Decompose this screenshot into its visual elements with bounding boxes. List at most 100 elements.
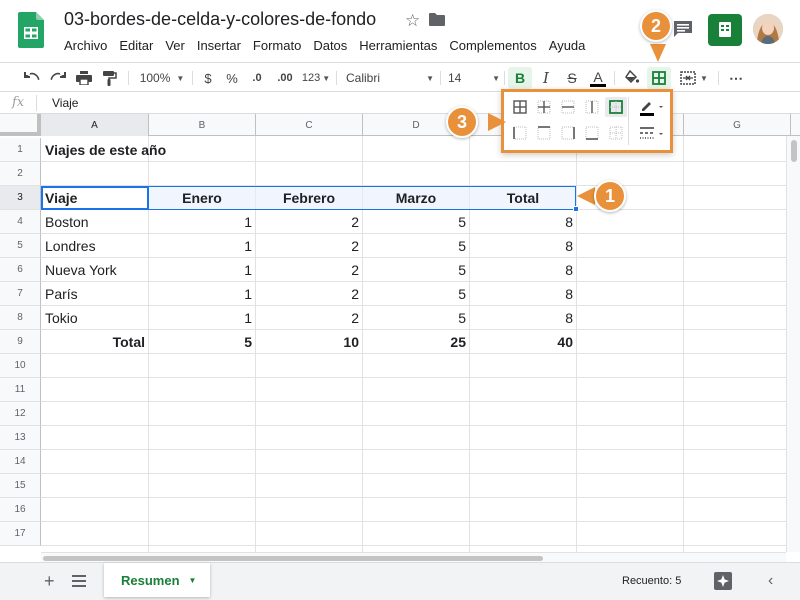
percent-button[interactable]: % [222,67,242,89]
row-header-1[interactable]: 1 [0,138,41,162]
cell-e6[interactable]: 8 [470,258,576,282]
border-left-option[interactable] [509,123,531,143]
menu-herramientas[interactable]: Herramientas [353,36,443,55]
spreadsheet-grid[interactable]: A B C D E F G 1 2 3 4 5 6 7 8 9 10 11 12… [0,114,800,552]
text-color-button[interactable]: A [586,67,610,89]
collapse-icon[interactable]: ‹ [768,572,773,590]
cell-e8[interactable]: 8 [470,306,576,330]
cell-e9[interactable]: 40 [470,330,576,354]
menu-ver[interactable]: Ver [159,36,191,55]
cell-c5[interactable]: 2 [256,234,362,258]
cell-c4[interactable]: 2 [256,210,362,234]
strikethrough-button[interactable]: S [560,67,584,89]
star-icon[interactable]: ☆ [405,11,420,31]
horizontal-scroll-thumb[interactable] [43,556,543,561]
row-header-5[interactable]: 5 [0,234,41,258]
menu-ayuda[interactable]: Ayuda [543,36,592,55]
more-formats-button[interactable]: 123 ▼ [300,67,332,89]
row-header-7[interactable]: 7 [0,282,41,306]
border-horizontal-option[interactable] [557,97,579,117]
italic-button[interactable]: I [534,67,558,89]
sheet-tab-resumen[interactable]: Resumen ▼ [104,563,210,597]
formula-input[interactable]: Viaje [52,96,78,110]
border-inner-option[interactable] [533,97,555,117]
row-header-15[interactable]: 15 [0,474,41,498]
border-top-option[interactable] [533,123,555,143]
cell-c8[interactable]: 2 [256,306,362,330]
row-header-4[interactable]: 4 [0,210,41,234]
font-select[interactable]: Calibri ▼ [346,67,434,89]
document-title[interactable]: 03-bordes-de-celda-y-colores-de-fondo [64,9,376,30]
row-header-12[interactable]: 12 [0,402,41,426]
cell-c3[interactable]: Febrero [256,186,362,210]
undo-button[interactable] [20,67,44,89]
cell-a9[interactable]: Total [42,330,148,354]
cell-a5[interactable]: Londres [42,234,148,258]
cell-a8[interactable]: Tokio [42,306,148,330]
cell-d7[interactable]: 5 [363,282,469,306]
paint-format-button[interactable] [98,67,122,89]
status-count[interactable]: Recuento: 5 [622,575,681,587]
border-clear-option[interactable] [605,123,627,143]
font-size-select[interactable]: 14 ▼ [448,67,500,89]
sheets-logo-icon[interactable] [18,12,44,48]
cell-c9[interactable]: 10 [256,330,362,354]
column-header-b[interactable]: B [149,114,256,136]
row-header-13[interactable]: 13 [0,426,41,450]
share-button[interactable] [708,14,742,46]
row-header-6[interactable]: 6 [0,258,41,282]
cell-e5[interactable]: 8 [470,234,576,258]
borders-button[interactable] [647,67,671,89]
cell-d8[interactable]: 5 [363,306,469,330]
cell-b6[interactable]: 1 [149,258,255,282]
comment-icon[interactable] [673,20,693,38]
cell-d4[interactable]: 5 [363,210,469,234]
cell-d6[interactable]: 5 [363,258,469,282]
border-vertical-option[interactable] [581,97,603,117]
cell-c6[interactable]: 2 [256,258,362,282]
vertical-scrollbar[interactable] [786,136,800,552]
border-style-option[interactable] [638,123,666,143]
border-right-option[interactable] [557,123,579,143]
folder-icon[interactable] [429,13,445,26]
increase-decimal-button[interactable]: .00 [271,67,299,89]
cell-b4[interactable]: 1 [149,210,255,234]
cell-d3[interactable]: Marzo [363,186,469,210]
add-sheet-icon[interactable]: + [44,571,55,592]
border-color-option[interactable] [638,97,666,117]
explore-icon[interactable] [714,572,732,590]
cell-c7[interactable]: 2 [256,282,362,306]
border-bottom-option[interactable] [581,123,603,143]
bold-button[interactable]: B [508,67,532,89]
decrease-decimal-button[interactable]: .0 [246,67,268,89]
menu-archivo[interactable]: Archivo [58,36,113,55]
more-icon[interactable]: ⋯ [724,67,748,89]
select-all-corner[interactable] [0,114,41,136]
cell-a6[interactable]: Nueva York [42,258,148,282]
currency-button[interactable]: $ [198,67,218,89]
all-sheets-icon[interactable] [72,575,86,587]
menu-insertar[interactable]: Insertar [191,36,247,55]
cell-a3[interactable]: Viaje [42,186,148,210]
cell-d9[interactable]: 25 [363,330,469,354]
menu-formato[interactable]: Formato [247,36,307,55]
row-header-16[interactable]: 16 [0,498,41,522]
border-all-option[interactable] [509,97,531,117]
avatar[interactable] [753,14,783,44]
cell-b7[interactable]: 1 [149,282,255,306]
column-header-a[interactable]: A [41,114,149,136]
menu-complementos[interactable]: Complementos [443,36,542,55]
print-button[interactable] [72,67,96,89]
row-header-8[interactable]: 8 [0,306,41,330]
cell-e4[interactable]: 8 [470,210,576,234]
menu-editar[interactable]: Editar [113,36,159,55]
horizontal-scrollbar[interactable] [41,552,786,562]
menu-datos[interactable]: Datos [307,36,353,55]
row-header-9[interactable]: 9 [0,330,41,354]
cell-b3[interactable]: Enero [149,186,255,210]
cell-a1[interactable]: Viajes de este año [42,138,342,162]
border-outer-option[interactable] [605,97,627,117]
cell-b5[interactable]: 1 [149,234,255,258]
vertical-scroll-thumb[interactable] [791,140,797,162]
column-header-c[interactable]: C [256,114,363,136]
